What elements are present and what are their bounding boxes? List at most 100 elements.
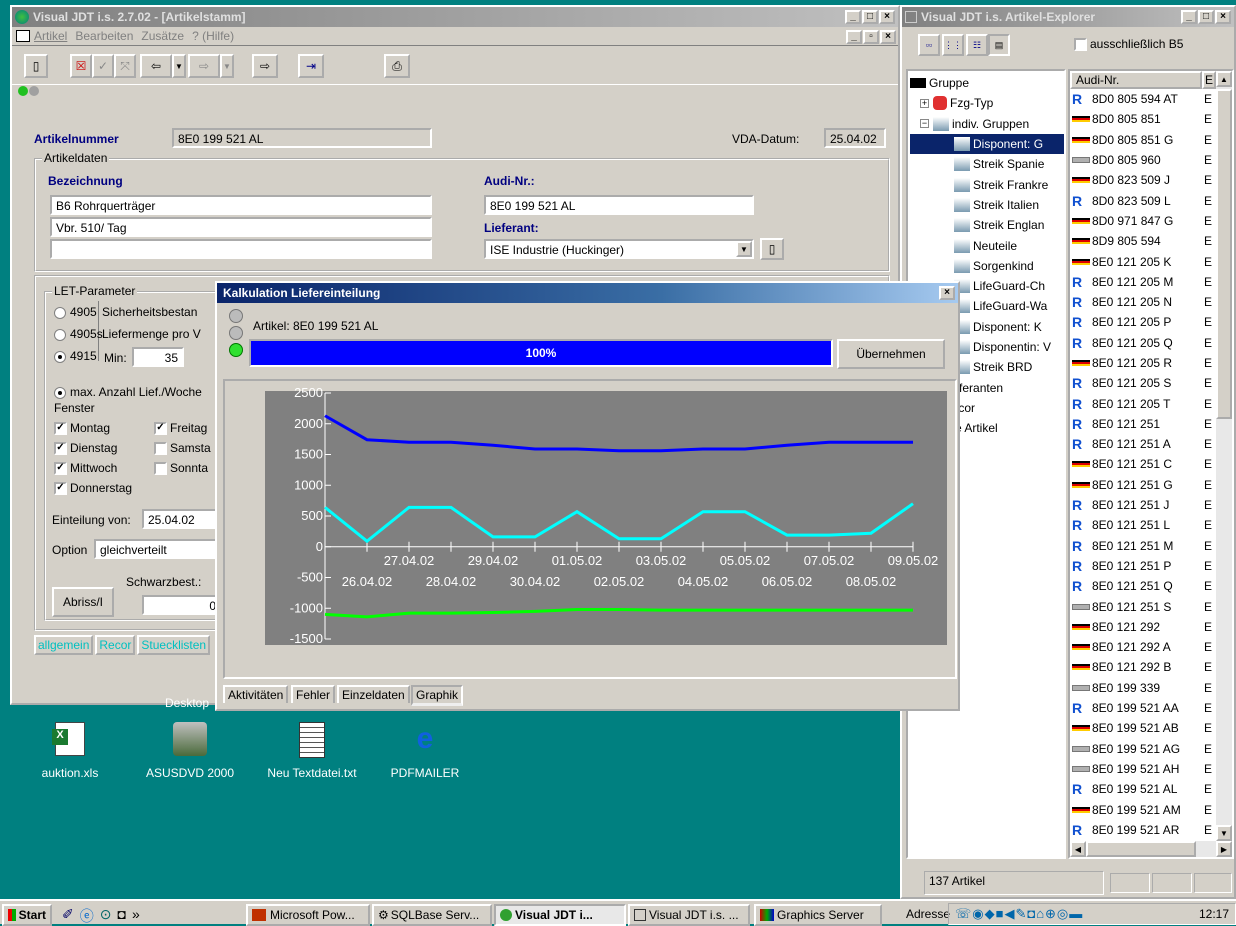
- list-item[interactable]: R 8E0 199 521 AA E: [1072, 698, 1232, 718]
- tree-item[interactable]: Sorgenkind: [910, 256, 1064, 276]
- menu-hilfe[interactable]: ? (Hilfe): [192, 29, 234, 43]
- minimize-button[interactable]: _: [845, 10, 861, 24]
- list-item[interactable]: 8E0 121 251 SE: [1072, 596, 1232, 616]
- min-field[interactable]: 35: [132, 347, 184, 367]
- task-visual-jdt[interactable]: Visual JDT i...: [494, 904, 626, 926]
- list-item[interactable]: R 8E0 121 205 PE: [1072, 312, 1232, 332]
- list-item[interactable]: 8E0 199 521 AM E: [1072, 799, 1232, 819]
- tree-item[interactable]: Streik Spanie: [910, 154, 1064, 174]
- vda-field[interactable]: 25.04.02: [824, 128, 886, 148]
- view-large-icons-button[interactable]: ▫▫: [918, 34, 940, 56]
- uebernehmen-button[interactable]: Übernehmen: [837, 339, 945, 369]
- abriss-button[interactable]: Abriss/I: [52, 587, 114, 617]
- close-button[interactable]: ×: [879, 10, 895, 24]
- list-item[interactable]: R 8E0 121 251 JE: [1072, 495, 1232, 515]
- option-select[interactable]: gleichverteilt: [94, 539, 230, 559]
- tab-recor[interactable]: Recor: [95, 635, 136, 655]
- day-dienstag[interactable]: ✓ Dienstag: [54, 441, 117, 456]
- explorer-maximize-button[interactable]: □: [1198, 10, 1214, 24]
- menu-zusaetze[interactable]: Zusätze: [141, 29, 184, 43]
- mdi-minimize-button[interactable]: _: [846, 30, 862, 44]
- artikelnummer-field[interactable]: 8E0 199 521 AL: [172, 128, 432, 148]
- list-item[interactable]: R 8E0 121 205 NE: [1072, 292, 1232, 312]
- radio-4905s[interactable]: 4905s: [54, 327, 103, 341]
- list-item[interactable]: 8D9 805 594 E: [1072, 231, 1232, 251]
- list-item[interactable]: R 8E0 199 521 AR E: [1072, 820, 1232, 840]
- lieferant-select[interactable]: ISE Industrie (Huckinger): [484, 239, 754, 259]
- list-item[interactable]: 8E0 121 251 GE: [1072, 475, 1232, 495]
- list-item[interactable]: R 8E0 121 251 AE: [1072, 434, 1232, 454]
- desktop-icon-asusdvd[interactable]: ASUSDVD 2000: [135, 722, 245, 780]
- exit-button[interactable]: ⇥: [298, 54, 324, 78]
- day-sonntag[interactable]: Sonnta: [154, 461, 208, 476]
- tree-fzg-typ[interactable]: + Fzg-Typ: [910, 93, 1064, 113]
- list-item[interactable]: 8E0 121 205 RE: [1072, 353, 1232, 373]
- list-item[interactable]: 8D0 971 847 GE: [1072, 211, 1232, 231]
- mdi-close-button[interactable]: ×: [880, 30, 896, 44]
- list-item[interactable]: 8D0 805 851 GE: [1072, 130, 1232, 150]
- tab-fehler[interactable]: Fehler: [291, 685, 336, 703]
- bezeichnung-field-3[interactable]: [50, 239, 432, 259]
- prev-button[interactable]: ⇦: [140, 54, 172, 78]
- list-item[interactable]: 8E0 121 205 KE: [1072, 251, 1232, 271]
- maximize-button[interactable]: □: [862, 10, 878, 24]
- day-freitag[interactable]: ✓ Freitag: [154, 421, 207, 436]
- list-item[interactable]: 8E0 121 292 AE: [1072, 637, 1232, 657]
- view-list-button[interactable]: ☷: [966, 34, 988, 56]
- quicklaunch-more[interactable]: »: [132, 906, 140, 926]
- list-item[interactable]: R 8D0 805 594 AT E: [1072, 89, 1232, 109]
- radio-4905[interactable]: 4905: [54, 305, 97, 319]
- tab-graphik[interactable]: Graphik: [411, 685, 464, 706]
- day-donnerstag[interactable]: ✓ Donnerstag: [54, 481, 132, 496]
- list-header-audi[interactable]: Audi-Nr.: [1070, 71, 1202, 89]
- tree-item[interactable]: Streik Italien: [910, 195, 1064, 215]
- day-montag[interactable]: ✓ Montag: [54, 421, 110, 436]
- menu-bearbeiten[interactable]: Bearbeiten: [75, 29, 133, 43]
- list-item[interactable]: 8D0 805 851 E: [1072, 109, 1232, 129]
- max-anzahl-radio[interactable]: max. Anzahl Lief./Woche: [54, 385, 202, 399]
- list-item[interactable]: R 8E0 121 205 ME: [1072, 272, 1232, 292]
- schwarzbest-field[interactable]: 0: [142, 595, 222, 615]
- list-item[interactable]: 8E0 199 339 E: [1072, 678, 1232, 698]
- einteilung-field[interactable]: 25.04.02: [142, 509, 222, 529]
- list-header-col2[interactable]: E: [1202, 71, 1216, 89]
- tab-allgemein[interactable]: allgemein: [34, 635, 94, 655]
- print-button[interactable]: ⎙: [384, 54, 410, 78]
- list-item[interactable]: 8E0 121 251 CE: [1072, 454, 1232, 474]
- tab-einzeldaten[interactable]: Einzeldaten: [337, 685, 410, 703]
- start-button[interactable]: Start: [2, 904, 52, 926]
- radio-4915[interactable]: 4915: [54, 349, 97, 363]
- dialog-titlebar[interactable]: Kalkulation Liefereinteilung ×: [217, 283, 958, 303]
- ie-icon[interactable]: ⓔ: [80, 906, 94, 926]
- menu-artikel[interactable]: Artikel: [34, 29, 67, 43]
- task-graphics-server[interactable]: Graphics Server: [754, 904, 882, 926]
- list-item[interactable]: R 8E0 121 205 SE: [1072, 373, 1232, 393]
- list-item[interactable]: R 8E0 121 251 ME: [1072, 536, 1232, 556]
- list-item[interactable]: R 8E0 121 251 E: [1072, 414, 1232, 434]
- list-item[interactable]: 8E0 121 292 BE: [1072, 657, 1232, 677]
- tree-item[interactable]: Streik Frankre: [910, 174, 1064, 194]
- cancel-edit-button[interactable]: ⤧: [114, 54, 136, 78]
- mdi-restore-button[interactable]: ▫: [863, 30, 879, 44]
- tree-item[interactable]: Neuteile: [910, 235, 1064, 255]
- list-item[interactable]: R 8D0 823 509 LE: [1072, 190, 1232, 210]
- check-button[interactable]: ✓: [92, 54, 114, 78]
- delete-button[interactable]: ☒: [70, 54, 92, 78]
- prev-dropdown-button[interactable]: ▼: [172, 54, 186, 78]
- task-sqlbase[interactable]: ⚙ SQLBase Serv...: [372, 904, 492, 926]
- list-item[interactable]: R 8E0 121 251 QE: [1072, 576, 1232, 596]
- new-button[interactable]: ▯: [24, 54, 48, 78]
- list-item[interactable]: 8D0 823 509 JE: [1072, 170, 1232, 190]
- explorer-titlebar[interactable]: Visual JDT i.s. Artikel-Explorer _ □ ×: [902, 7, 1234, 27]
- address-label[interactable]: Adresse: [906, 907, 950, 921]
- list-item[interactable]: 8E0 199 521 AG E: [1072, 739, 1232, 759]
- explorer-minimize-button[interactable]: _: [1181, 10, 1197, 24]
- bezeichnung-field-1[interactable]: B6 Rohrquerträger: [50, 195, 432, 215]
- audi-field[interactable]: 8E0 199 521 AL: [484, 195, 754, 215]
- day-mittwoch[interactable]: ✓ Mittwoch: [54, 461, 117, 476]
- desktop-icon-pdfmailer[interactable]: e PDFMAILER: [380, 722, 470, 780]
- list-hscroll[interactable]: ◀ ▶: [1070, 841, 1232, 857]
- list-item[interactable]: 8D0 805 960 E: [1072, 150, 1232, 170]
- list-item[interactable]: 8E0 121 292 E: [1072, 617, 1232, 637]
- tab-aktivitaeten[interactable]: Aktivitäten: [223, 685, 289, 703]
